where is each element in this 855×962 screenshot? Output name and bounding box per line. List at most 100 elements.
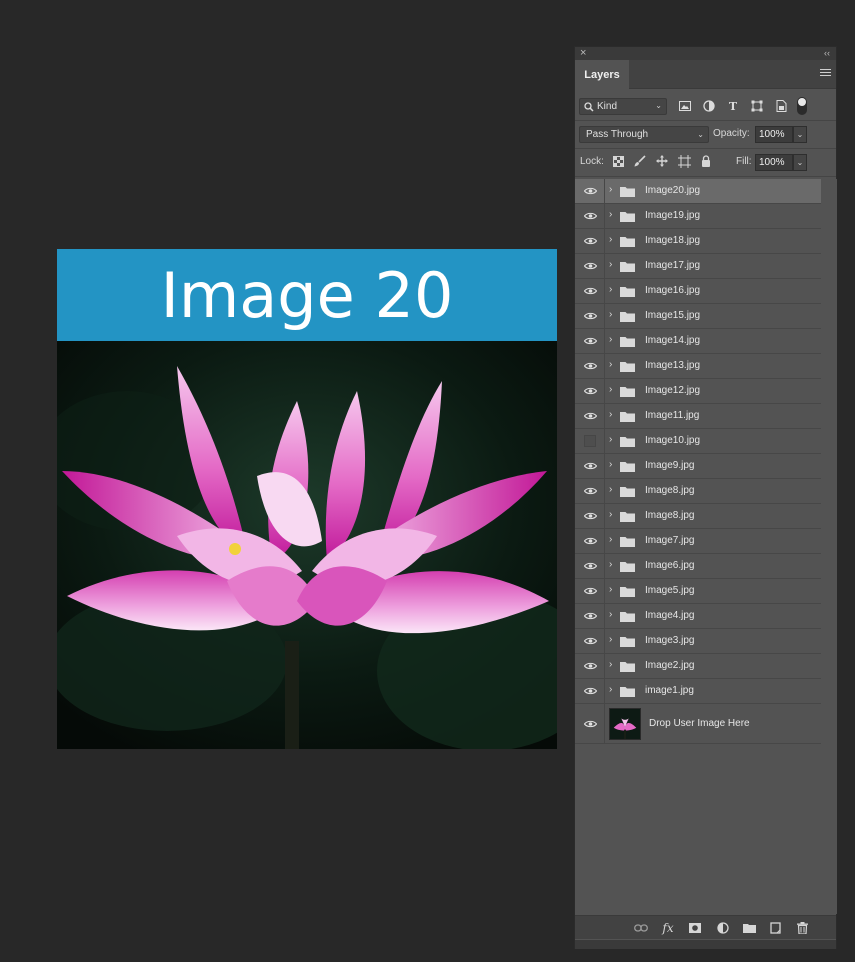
filter-kind-select[interactable]: Kind ⌄	[579, 98, 667, 115]
layer-row[interactable]: › Image18.jpg	[575, 229, 821, 254]
layer-list-scrollbar[interactable]	[821, 179, 837, 914]
lock-transparent-pixels-icon[interactable]	[611, 154, 625, 168]
divider	[575, 120, 836, 121]
layer-row[interactable]: › Image8.jpg	[575, 479, 821, 504]
chevron-right-icon[interactable]: ›	[609, 584, 612, 595]
link-layers-icon[interactable]	[634, 921, 648, 935]
layer-row[interactable]: › Image4.jpg	[575, 604, 821, 629]
layer-row[interactable]: › Image11.jpg	[575, 404, 821, 429]
panel-resize-edge[interactable]	[575, 940, 836, 949]
adjustment-filter-icon[interactable]	[702, 99, 716, 113]
layer-row[interactable]: › Image19.jpg	[575, 204, 821, 229]
chevron-right-icon[interactable]: ›	[609, 359, 612, 370]
layer-row[interactable]: › Image20.jpg	[575, 179, 821, 204]
layer-row[interactable]: › Image17.jpg	[575, 254, 821, 279]
collapse-panel-icon[interactable]: ‹‹	[824, 47, 830, 60]
chevron-right-icon[interactable]: ›	[609, 559, 612, 570]
visibility-toggle[interactable]	[575, 679, 605, 703]
fill-input[interactable]: 100%	[755, 154, 793, 171]
tab-layers[interactable]: Layers	[575, 60, 629, 89]
layer-row[interactable]: › image1.jpg	[575, 679, 821, 704]
chevron-right-icon[interactable]: ›	[609, 259, 612, 270]
chevron-right-icon[interactable]: ›	[609, 409, 612, 420]
visibility-toggle[interactable]	[575, 329, 605, 353]
layer-row[interactable]: › Image3.jpg	[575, 629, 821, 654]
chevron-right-icon[interactable]: ›	[609, 184, 612, 195]
visibility-toggle[interactable]	[575, 304, 605, 328]
layer-row[interactable]: › Image7.jpg	[575, 529, 821, 554]
visibility-toggle[interactable]	[575, 479, 605, 503]
image-filter-icon[interactable]	[678, 99, 692, 113]
chevron-right-icon[interactable]: ›	[609, 234, 612, 245]
layer-row[interactable]: › Image15.jpg	[575, 304, 821, 329]
layer-row[interactable]: › Image2.jpg	[575, 654, 821, 679]
visibility-toggle[interactable]	[575, 404, 605, 428]
adjustment-layer-icon[interactable]	[716, 921, 730, 935]
layer-row[interactable]: › Image14.jpg	[575, 329, 821, 354]
visibility-toggle[interactable]	[575, 179, 605, 203]
visibility-toggle[interactable]	[575, 554, 605, 578]
new-layer-icon[interactable]	[769, 921, 783, 935]
visibility-toggle[interactable]	[575, 504, 605, 528]
chevron-right-icon[interactable]: ›	[609, 659, 612, 670]
visibility-toggle[interactable]	[575, 379, 605, 403]
filter-toggle-switch[interactable]	[797, 97, 807, 115]
chevron-right-icon[interactable]: ›	[609, 384, 612, 395]
visibility-toggle[interactable]	[575, 254, 605, 278]
document-canvas[interactable]: Image 20	[57, 249, 557, 749]
fill-slider-toggle[interactable]: ⌄	[793, 154, 807, 171]
layer-row[interactable]: › Image8.jpg	[575, 504, 821, 529]
trash-icon[interactable]	[795, 921, 809, 935]
fx-icon[interactable]: fx	[661, 921, 675, 935]
layer-row[interactable]: › Image6.jpg	[575, 554, 821, 579]
visibility-toggle[interactable]	[575, 204, 605, 228]
chevron-right-icon[interactable]: ›	[609, 484, 612, 495]
chevron-right-icon[interactable]: ›	[609, 634, 612, 645]
opacity-input[interactable]: 100%	[755, 126, 793, 143]
layer-row[interactable]: › Image5.jpg	[575, 579, 821, 604]
eye-icon	[584, 487, 597, 495]
visibility-toggle[interactable]	[575, 279, 605, 303]
layer-mask-icon[interactable]	[688, 921, 702, 935]
visibility-toggle[interactable]	[575, 429, 605, 453]
lock-artboard-icon[interactable]	[677, 154, 691, 168]
opacity-slider-toggle[interactable]: ⌄	[793, 126, 807, 143]
visibility-toggle[interactable]	[575, 354, 605, 378]
blend-mode-select[interactable]: Pass Through ⌄	[579, 126, 709, 143]
layer-row-background[interactable]: Drop User Image Here	[575, 704, 821, 744]
chevron-right-icon[interactable]: ›	[609, 684, 612, 695]
chevron-right-icon[interactable]: ›	[609, 209, 612, 220]
panel-menu-icon[interactable]	[820, 69, 831, 78]
chevron-down-icon: ⌄	[796, 158, 804, 167]
visibility-toggle[interactable]	[575, 604, 605, 628]
visibility-toggle[interactable]	[575, 454, 605, 478]
layer-row[interactable]: › Image12.jpg	[575, 379, 821, 404]
chevron-right-icon[interactable]: ›	[609, 284, 612, 295]
chevron-right-icon[interactable]: ›	[609, 509, 612, 520]
chevron-right-icon[interactable]: ›	[609, 309, 612, 320]
chevron-right-icon[interactable]: ›	[609, 334, 612, 345]
type-filter-icon[interactable]: T	[726, 99, 740, 113]
visibility-toggle[interactable]	[575, 654, 605, 678]
lock-all-icon[interactable]	[699, 154, 713, 168]
shape-filter-icon[interactable]	[750, 99, 764, 113]
lock-image-pixels-icon[interactable]	[633, 154, 647, 168]
layer-row[interactable]: › Image16.jpg	[575, 279, 821, 304]
visibility-toggle[interactable]	[575, 704, 605, 743]
visibility-toggle[interactable]	[575, 629, 605, 653]
chevron-right-icon[interactable]: ›	[609, 434, 612, 445]
layer-row[interactable]: › Image10.jpg	[575, 429, 821, 454]
smart-object-filter-icon[interactable]	[774, 99, 788, 113]
chevron-right-icon[interactable]: ›	[609, 459, 612, 470]
visibility-toggle[interactable]	[575, 579, 605, 603]
visibility-toggle[interactable]	[575, 229, 605, 253]
lock-position-icon[interactable]	[655, 154, 669, 168]
close-icon[interactable]: ×	[580, 47, 586, 60]
chevron-right-icon[interactable]: ›	[609, 609, 612, 620]
new-group-icon[interactable]	[742, 921, 756, 935]
chevron-right-icon[interactable]: ›	[609, 534, 612, 545]
eye-icon	[584, 562, 597, 570]
visibility-toggle[interactable]	[575, 529, 605, 553]
layer-row[interactable]: › Image13.jpg	[575, 354, 821, 379]
layer-row[interactable]: › Image9.jpg	[575, 454, 821, 479]
